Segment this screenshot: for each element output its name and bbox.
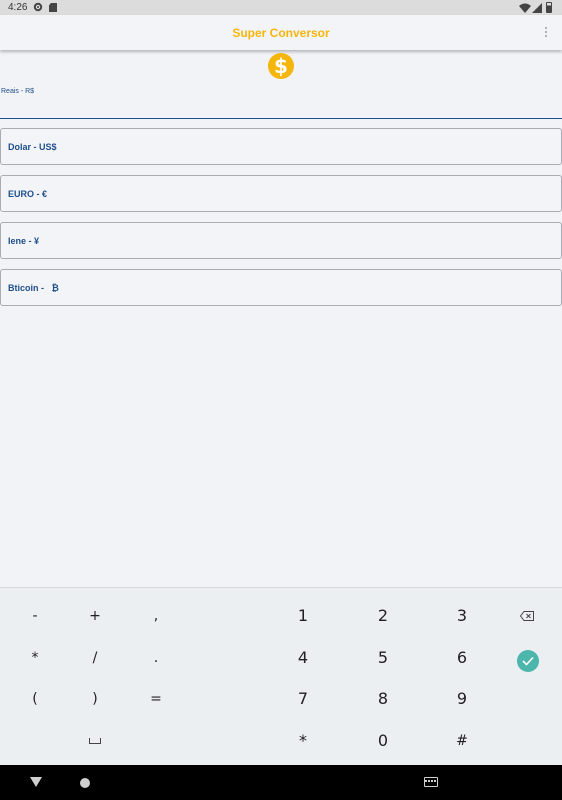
key-4[interactable]: 4	[283, 643, 323, 673]
key-5[interactable]: 5	[363, 643, 403, 673]
key-open-paren[interactable]: (	[15, 684, 55, 714]
battery-icon	[546, 2, 552, 13]
bitcoin-field[interactable]: Bticoin - ₿	[0, 269, 562, 306]
settings-icon	[33, 2, 43, 12]
euro-field[interactable]: EURO - €	[0, 175, 562, 212]
bitcoin-field-label: Bticoin - ₿	[8, 283, 59, 293]
key-comma[interactable]: ,	[136, 601, 176, 631]
back-icon[interactable]	[30, 777, 42, 787]
dolar-field[interactable]: Dolar - US$	[0, 128, 562, 165]
reais-input-label: Reais - R$	[1, 88, 35, 95]
key-close-paren[interactable]: )	[75, 684, 115, 714]
key-3[interactable]: 3	[442, 601, 482, 631]
status-time: 4:26	[8, 2, 28, 13]
key-9[interactable]: 9	[442, 684, 482, 714]
key-1[interactable]: 1	[283, 601, 323, 631]
space-key-icon[interactable]	[89, 738, 101, 744]
app-bar: Super Conversor	[0, 15, 562, 50]
dolar-field-label: Dolar - US$	[8, 142, 57, 152]
status-bar: 4:26	[0, 0, 562, 15]
backspace-icon[interactable]	[520, 611, 534, 621]
wifi-icon	[519, 3, 531, 13]
euro-field-label: EURO - €	[8, 189, 48, 199]
numeric-keyboard: - + , * / . ( ) = 1 2 3 4 5 6 7 8 9 * 0 …	[0, 587, 562, 765]
sd-card-icon	[49, 3, 57, 12]
key-8[interactable]: 8	[363, 684, 403, 714]
key-6[interactable]: 6	[442, 643, 482, 673]
key-divide[interactable]: /	[75, 643, 115, 673]
key-2[interactable]: 2	[363, 601, 403, 631]
signal-icon	[532, 3, 542, 13]
checkmark-icon	[522, 656, 534, 666]
done-button[interactable]	[517, 650, 539, 672]
key-period[interactable]: .	[136, 643, 176, 673]
keyboard-switch-icon[interactable]	[424, 777, 438, 787]
key-hash[interactable]: #	[442, 726, 482, 756]
app-title: Super Conversor	[232, 26, 330, 40]
dollar-coin-icon: $	[268, 53, 294, 79]
key-equals[interactable]: =	[136, 684, 176, 714]
overflow-menu-icon[interactable]	[545, 27, 548, 38]
reais-input[interactable]: Reais - R$	[0, 85, 562, 119]
key-0[interactable]: 0	[363, 726, 403, 756]
key-plus[interactable]: +	[75, 601, 115, 631]
key-multiply[interactable]: *	[15, 643, 55, 673]
key-minus[interactable]: -	[15, 601, 55, 631]
iene-field-label: Iene - ¥	[8, 236, 40, 246]
navigation-bar	[0, 765, 562, 800]
key-star[interactable]: *	[283, 726, 323, 756]
home-icon[interactable]	[80, 778, 90, 788]
key-7[interactable]: 7	[283, 684, 323, 714]
iene-field[interactable]: Iene - ¥	[0, 222, 562, 259]
